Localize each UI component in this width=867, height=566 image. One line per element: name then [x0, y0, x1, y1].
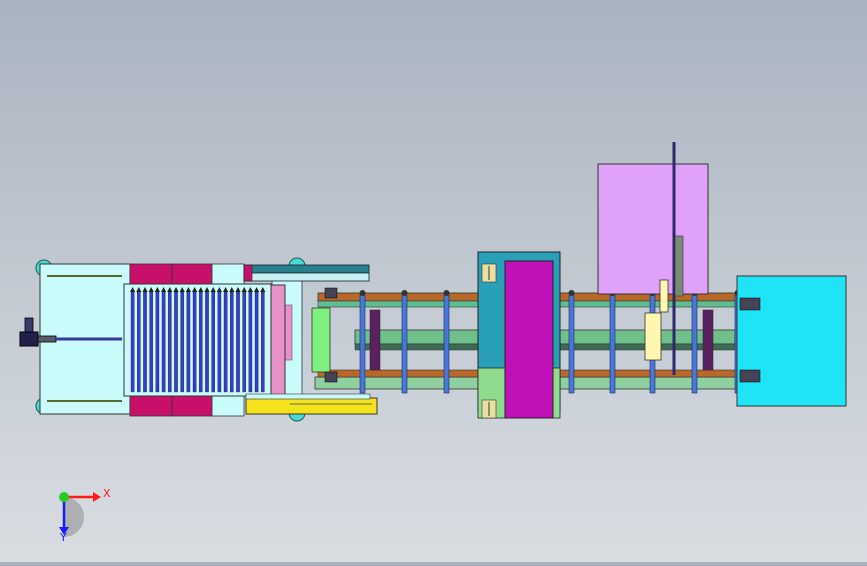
post-cap [443, 290, 450, 296]
tube [242, 291, 246, 393]
press-station [477, 251, 561, 419]
post-cap [401, 290, 408, 296]
tube [254, 291, 259, 393]
conveyor-post [401, 294, 408, 394]
tube [155, 291, 160, 393]
drive-motor [19, 331, 39, 347]
magenta-block [129, 263, 173, 285]
post-cap [568, 290, 575, 296]
conveyor-post [359, 294, 366, 394]
tube [205, 291, 209, 393]
tube [261, 291, 265, 393]
conveyor-post [609, 294, 616, 394]
tube [168, 291, 172, 393]
y-axis-label: Y [59, 531, 67, 544]
magenta-block [171, 263, 213, 285]
cad-canvas: X Y [19, 142, 847, 544]
slide-rail [243, 264, 370, 274]
tube [236, 291, 240, 393]
tube [230, 291, 234, 393]
tube [143, 291, 147, 393]
conveyor-post [568, 294, 575, 394]
tube [211, 291, 215, 393]
magenta-block [171, 395, 213, 417]
right-station [597, 142, 847, 407]
tube [174, 291, 178, 393]
conveyor-post [691, 294, 698, 394]
cyan-panel [736, 275, 847, 407]
cad-viewport[interactable]: X Y [0, 0, 867, 562]
press-ram [504, 260, 554, 419]
yellow-bar [245, 397, 378, 415]
tube [217, 291, 222, 393]
post-cap [359, 290, 366, 296]
tube [186, 291, 191, 393]
coordinate-triad: X Y [59, 487, 111, 544]
tube [223, 291, 228, 393]
lilac-panel [597, 163, 709, 295]
tube [248, 291, 253, 393]
tube [130, 291, 135, 393]
tube [161, 291, 166, 393]
tube [149, 291, 153, 393]
cylinder [644, 312, 662, 361]
x-axis-label: X [103, 487, 111, 500]
tube [192, 291, 197, 393]
magenta-block [129, 395, 173, 417]
origin-marker [59, 492, 69, 502]
tube [180, 291, 184, 393]
tube [137, 291, 141, 393]
conveyor-post [443, 294, 450, 394]
tube [199, 291, 203, 393]
pink-plate [270, 284, 286, 411]
